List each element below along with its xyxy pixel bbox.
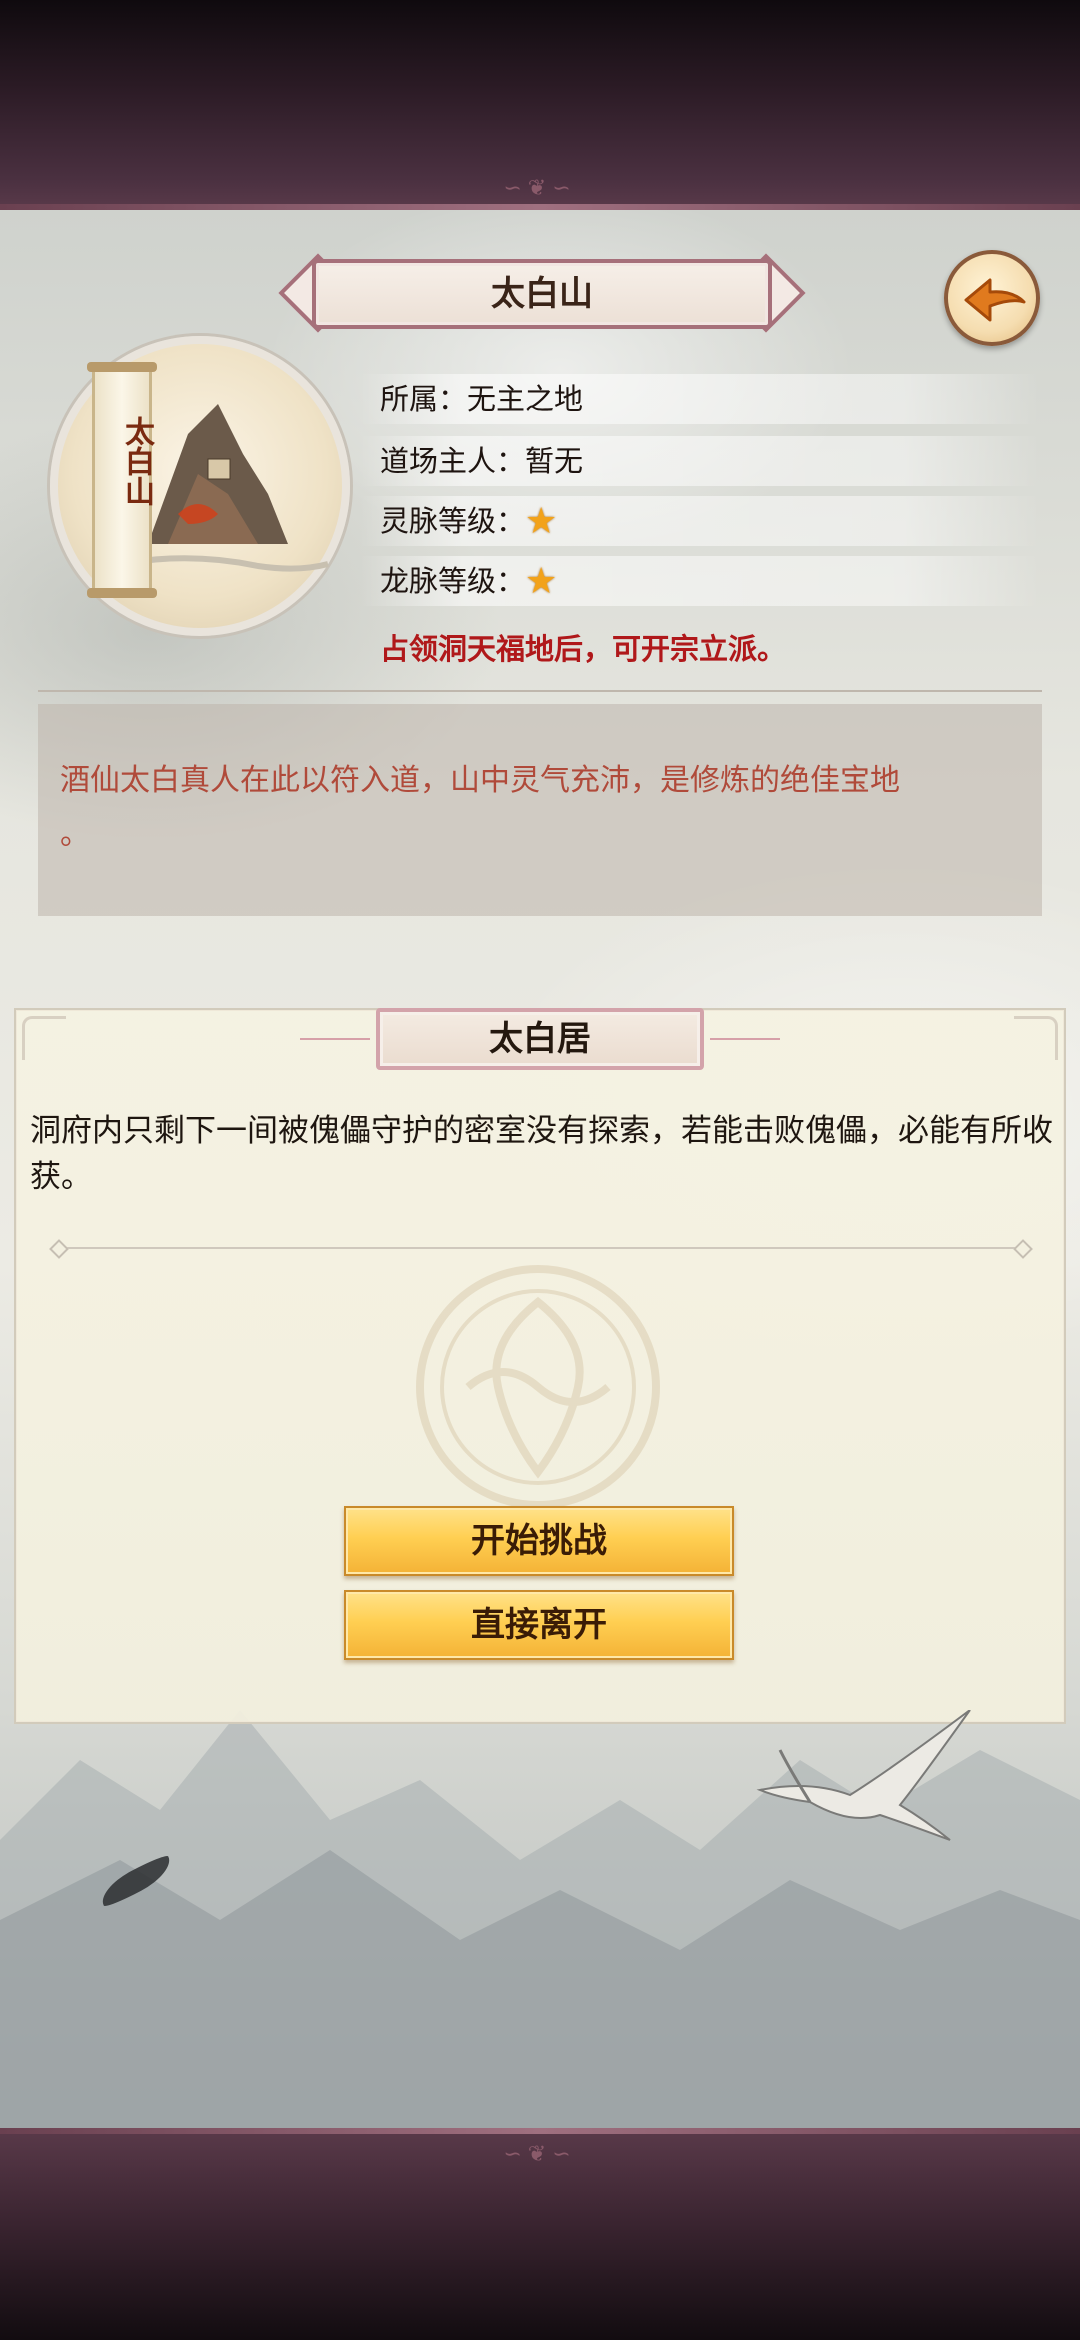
occupy-note: 占领洞天福地后，可开宗立派。	[380, 632, 787, 666]
back-button[interactable]	[944, 250, 1040, 346]
crane-illustration	[756, 1710, 971, 1841]
top-ornament: ∽❦∽	[503, 176, 577, 201]
affiliation-row: 所属：无主之地	[360, 374, 1040, 424]
emblem-watermark-icon	[416, 1265, 660, 1509]
top-dark-bar: ∽❦∽	[0, 0, 1080, 210]
dragon-vein-label: 龙脉等级：	[380, 564, 526, 598]
bottom-dark-bar: ∽❦∽	[0, 2128, 1080, 2340]
panel-corner-ornament	[22, 1016, 66, 1060]
star-icon: ★	[525, 561, 558, 602]
star-icon: ★	[525, 501, 558, 542]
description-line-1: 酒仙太白真人在此以符入道，山中灵气充沛，是修炼的绝佳宝地	[60, 763, 900, 798]
scroll-location-name: 太白山	[119, 416, 154, 506]
panel-title-line-right	[710, 1038, 780, 1040]
location-description: 酒仙太白真人在此以符入道，山中灵气充沛，是修炼的绝佳宝地 。	[60, 754, 1024, 862]
affiliation-text: 所属：无主之地	[380, 382, 584, 416]
panel-title: 太白居	[489, 1019, 591, 1059]
dragon-vein-row: 龙脉等级：★	[360, 556, 1040, 606]
panel-title-banner: 太白居	[300, 1004, 780, 1074]
owner-text: 道场主人：暂无	[380, 444, 584, 478]
description-box: 酒仙太白真人在此以符入道，山中灵气充沛，是修炼的绝佳宝地 。	[38, 704, 1042, 916]
leave-button[interactable]: 直接离开	[344, 1590, 734, 1660]
spirit-vein-row: 灵脉等级：★	[360, 496, 1040, 546]
spirit-vein-label: 灵脉等级：	[380, 504, 526, 538]
description-line-2: 。	[60, 817, 90, 852]
location-title-plate: 太白山	[272, 253, 812, 335]
owner-row: 道场主人：暂无	[360, 436, 1040, 486]
section-divider	[38, 690, 1042, 692]
bottom-ornament: ∽❦∽	[503, 2142, 577, 2167]
panel-title-line-left	[300, 1038, 370, 1040]
panel-body-text: 洞府内只剩下一间被傀儡守护的密室没有探索，若能击败傀儡，必能有所收获。	[30, 1113, 1053, 1195]
location-medallion: 太白山	[44, 336, 354, 636]
back-arrow-icon	[964, 278, 1026, 322]
panel-divider	[58, 1247, 1024, 1249]
name-scroll: 太白山	[87, 362, 157, 598]
panel-corner-ornament	[1014, 1016, 1058, 1060]
start-challenge-button[interactable]: 开始挑战	[344, 1506, 734, 1576]
page-title: 太白山	[491, 274, 593, 314]
